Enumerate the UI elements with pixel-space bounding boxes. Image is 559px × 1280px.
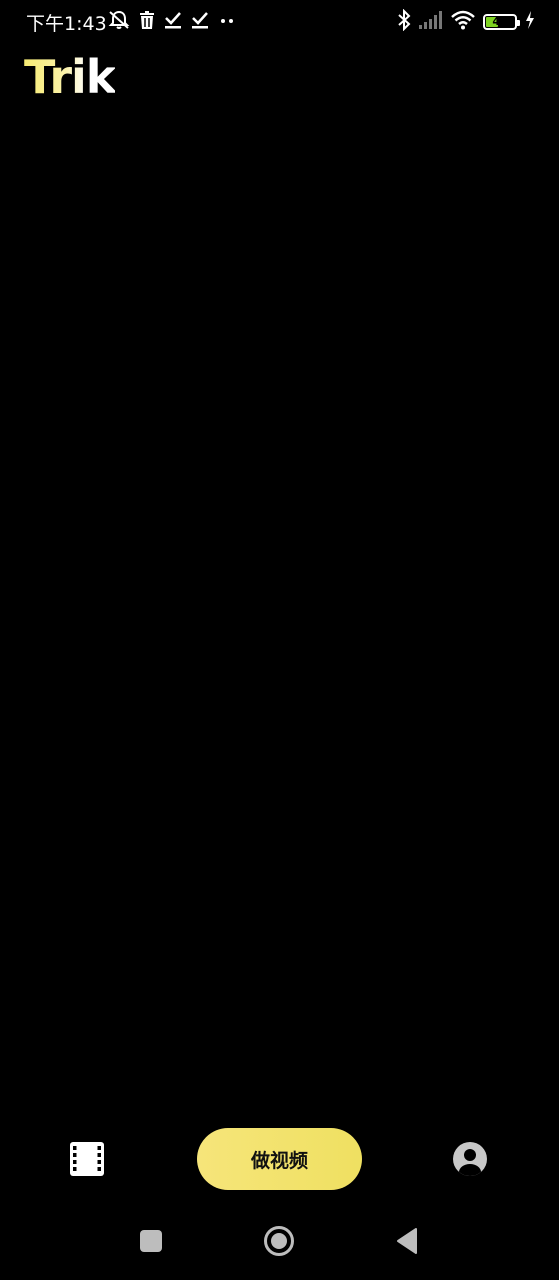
mute-bell-icon <box>108 10 130 34</box>
battery-icon: 43 <box>483 14 520 30</box>
charging-icon <box>525 11 535 33</box>
app-logo: Trik <box>24 50 116 104</box>
status-right-icons: 43 <box>397 8 535 35</box>
check-download-icon <box>191 11 209 33</box>
check-download-icon <box>164 11 182 33</box>
nav-videos-button[interactable] <box>69 1141 105 1177</box>
back-button[interactable] <box>390 1226 424 1260</box>
circle-home-icon <box>263 1225 295 1261</box>
back-triangle-icon <box>394 1227 420 1259</box>
battery-level: 43 <box>492 15 508 28</box>
make-video-button[interactable]: 做视频 <box>197 1128 362 1190</box>
nav-profile-button[interactable] <box>452 1141 488 1177</box>
wifi-icon <box>451 10 475 34</box>
home-button[interactable] <box>262 1226 296 1260</box>
trash-icon <box>139 11 155 33</box>
more-dots-icon <box>218 11 236 33</box>
recents-button[interactable] <box>134 1226 168 1260</box>
film-icon <box>69 1142 105 1181</box>
system-nav-bar <box>0 1206 559 1280</box>
square-icon <box>139 1229 163 1257</box>
signal-icon <box>419 11 443 33</box>
status-left-icons <box>108 10 236 34</box>
status-time: 下午1:43 <box>26 13 107 35</box>
bluetooth-icon <box>397 8 411 35</box>
status-bar: 下午1:43 43 <box>0 0 559 42</box>
main-content <box>0 120 559 1110</box>
battery-nub <box>517 20 520 26</box>
user-circle-icon <box>452 1142 488 1181</box>
bottom-nav: 做视频 <box>0 1118 559 1200</box>
